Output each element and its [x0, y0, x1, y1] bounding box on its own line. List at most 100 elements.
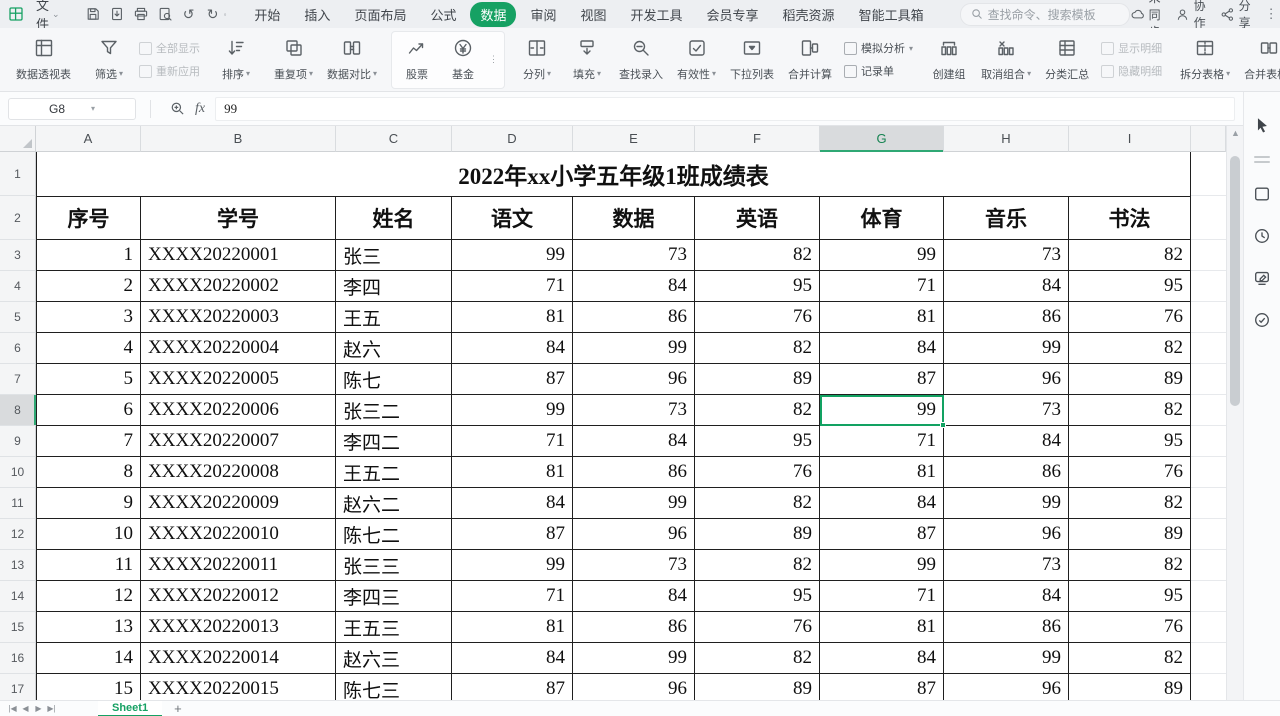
- empty-cell[interactable]: [1191, 457, 1226, 488]
- cell-A16[interactable]: 14: [36, 643, 141, 674]
- cell-I17[interactable]: 89: [1069, 674, 1191, 700]
- cell-G17[interactable]: 87: [820, 674, 944, 700]
- cell-G7[interactable]: 87: [820, 364, 944, 395]
- zoom-search-icon[interactable]: [165, 101, 189, 116]
- cell-D4[interactable]: 71: [452, 271, 573, 302]
- row-header-5[interactable]: 5: [0, 302, 36, 333]
- collaborate-button[interactable]: 协作: [1175, 0, 1206, 31]
- column-header-E[interactable]: E: [573, 126, 695, 152]
- cell-F11[interactable]: 82: [695, 488, 820, 519]
- empty-cell[interactable]: [1191, 240, 1226, 271]
- row-header-15[interactable]: 15: [0, 612, 36, 643]
- cell-D10[interactable]: 81: [452, 457, 573, 488]
- last-sheet-icon[interactable]: ▶|: [45, 704, 58, 713]
- ribbon-button-查找录入[interactable]: 查找录入: [614, 34, 668, 86]
- cell-H14[interactable]: 84: [944, 581, 1069, 612]
- row-header-10[interactable]: 10: [0, 457, 36, 488]
- cell-H4[interactable]: 84: [944, 271, 1069, 302]
- tab-数据[interactable]: 数据: [470, 2, 516, 27]
- row-header-1[interactable]: 1: [0, 152, 36, 196]
- row-header-8[interactable]: 8: [0, 395, 36, 426]
- cell-B11[interactable]: XXXX20220009: [141, 488, 336, 519]
- tab-公式[interactable]: 公式: [420, 2, 466, 27]
- cell-G6[interactable]: 84: [820, 333, 944, 364]
- tab-页面布局[interactable]: 页面布局: [344, 2, 416, 27]
- cell-D5[interactable]: 81: [452, 302, 573, 333]
- empty-cell[interactable]: [1191, 426, 1226, 457]
- cell-E10[interactable]: 86: [573, 457, 695, 488]
- cell-I6[interactable]: 82: [1069, 333, 1191, 364]
- cell-E6[interactable]: 99: [573, 333, 695, 364]
- ribbon-button-模拟分析[interactable]: 模拟分析▾: [844, 40, 913, 56]
- cell-C11[interactable]: 赵六二: [336, 488, 452, 519]
- cell-G4[interactable]: 71: [820, 271, 944, 302]
- cell-E15[interactable]: 86: [573, 612, 695, 643]
- cell-H5[interactable]: 86: [944, 302, 1069, 333]
- cell-B10[interactable]: XXXX20220008: [141, 457, 336, 488]
- row-header-17[interactable]: 17: [0, 674, 36, 700]
- cell-E17[interactable]: 96: [573, 674, 695, 700]
- cell-E12[interactable]: 96: [573, 519, 695, 550]
- more-options-icon[interactable]: ⋮: [1265, 6, 1278, 22]
- row-header-16[interactable]: 16: [0, 643, 36, 674]
- sheet-title-cell[interactable]: 2022年xx小学五年级1班成绩表: [36, 152, 1191, 196]
- empty-cell[interactable]: [1191, 196, 1226, 240]
- column-header-D[interactable]: D: [452, 126, 573, 152]
- vertical-scrollbar[interactable]: ▲: [1226, 126, 1243, 700]
- select-all-corner[interactable]: [0, 126, 36, 152]
- row-header-12[interactable]: 12: [0, 519, 36, 550]
- cell-D8[interactable]: 99: [452, 395, 573, 426]
- ribbon-button-数据对比[interactable]: 数据对比▾: [322, 34, 382, 86]
- tab-智能工具箱[interactable]: 智能工具箱: [849, 2, 934, 27]
- empty-cell[interactable]: [1191, 364, 1226, 395]
- cell-I3[interactable]: 82: [1069, 240, 1191, 271]
- cell-H9[interactable]: 84: [944, 426, 1069, 457]
- cell-F14[interactable]: 95: [695, 581, 820, 612]
- cell-I16[interactable]: 82: [1069, 643, 1191, 674]
- name-box[interactable]: G8 ▾: [8, 98, 136, 120]
- row-header-4[interactable]: 4: [0, 271, 36, 302]
- cell-H7[interactable]: 96: [944, 364, 1069, 395]
- cell-C17[interactable]: 陈七三: [336, 674, 452, 700]
- row-header-6[interactable]: 6: [0, 333, 36, 364]
- cell-G14[interactable]: 71: [820, 581, 944, 612]
- tab-稻壳资源[interactable]: 稻壳资源: [773, 2, 845, 27]
- tab-审阅[interactable]: 审阅: [520, 2, 566, 27]
- ribbon-button-填充[interactable]: 填充▾: [564, 34, 610, 86]
- header-cell-书法[interactable]: 书法: [1069, 196, 1191, 240]
- cell-A15[interactable]: 13: [36, 612, 141, 643]
- empty-cell[interactable]: [1191, 612, 1226, 643]
- cell-D6[interactable]: 84: [452, 333, 573, 364]
- cell-I12[interactable]: 89: [1069, 519, 1191, 550]
- header-cell-音乐[interactable]: 音乐: [944, 196, 1069, 240]
- empty-cell[interactable]: [1191, 152, 1226, 196]
- column-header-F[interactable]: F: [695, 126, 820, 152]
- cell-A17[interactable]: 15: [36, 674, 141, 700]
- card-expand-icon[interactable]: ⋮: [486, 54, 502, 65]
- cell-F3[interactable]: 82: [695, 240, 820, 271]
- search-box[interactable]: 查找命令、搜索模板: [960, 3, 1130, 26]
- print-preview-icon[interactable]: [154, 4, 176, 24]
- cell-D16[interactable]: 84: [452, 643, 573, 674]
- header-cell-数据[interactable]: 数据: [573, 196, 695, 240]
- row-header-11[interactable]: 11: [0, 488, 36, 519]
- cell-G3[interactable]: 99: [820, 240, 944, 271]
- gesture-hand-icon[interactable]: [1251, 309, 1273, 331]
- history-icon[interactable]: [1251, 225, 1273, 247]
- cell-E5[interactable]: 86: [573, 302, 695, 333]
- cell-C10[interactable]: 王五二: [336, 457, 452, 488]
- header-cell-学号[interactable]: 学号: [141, 196, 336, 240]
- ribbon-button-记录单[interactable]: 记录单: [844, 63, 913, 79]
- cell-A13[interactable]: 11: [36, 550, 141, 581]
- cell-F15[interactable]: 76: [695, 612, 820, 643]
- cell-A4[interactable]: 2: [36, 271, 141, 302]
- undo-icon[interactable]: ↺: [178, 4, 200, 24]
- next-sheet-icon[interactable]: ▶: [32, 704, 45, 713]
- ribbon-button-分列[interactable]: 分列▾: [514, 34, 560, 86]
- redo-icon[interactable]: ↻: [202, 4, 224, 24]
- cell-H16[interactable]: 99: [944, 643, 1069, 674]
- cell-E4[interactable]: 84: [573, 271, 695, 302]
- cell-B15[interactable]: XXXX20220013: [141, 612, 336, 643]
- cell-H17[interactable]: 96: [944, 674, 1069, 700]
- ribbon-button-取消组合[interactable]: 取消组合▾: [976, 34, 1036, 86]
